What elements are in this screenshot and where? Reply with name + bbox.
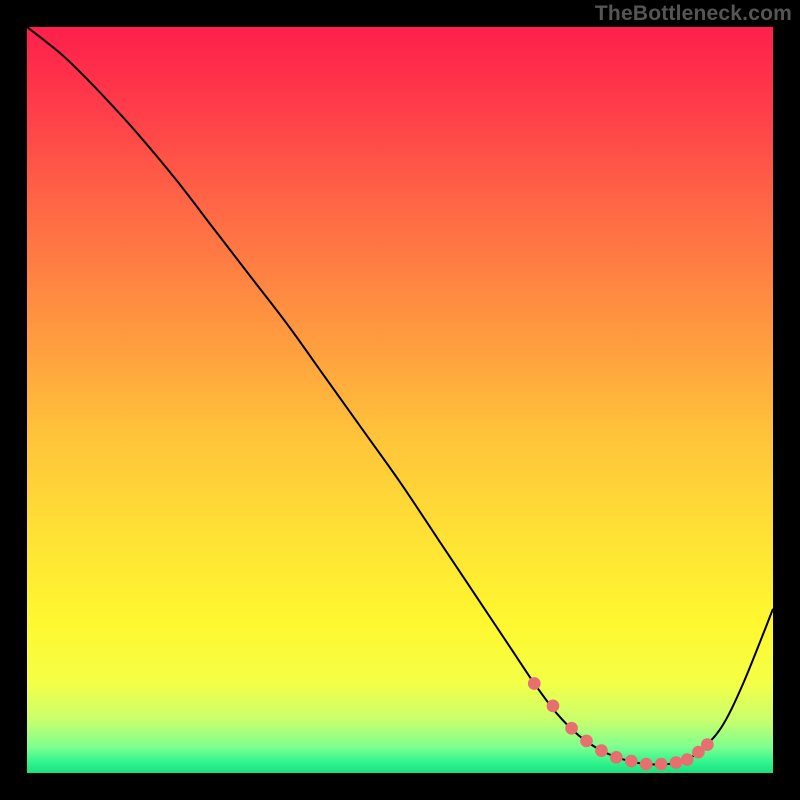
valley-dot xyxy=(595,744,608,757)
valley-dot xyxy=(528,677,541,690)
plot-area xyxy=(27,27,773,773)
valley-dot xyxy=(580,735,593,748)
valley-dot xyxy=(625,755,638,768)
dots-layer xyxy=(27,27,773,773)
watermark-label: TheBottleneck.com xyxy=(595,2,792,26)
valley-dot xyxy=(547,700,560,713)
valley-dot xyxy=(701,738,714,751)
valley-dot xyxy=(565,722,578,735)
valley-dot xyxy=(681,753,694,766)
valley-dot xyxy=(610,751,623,764)
valley-dots xyxy=(528,677,714,770)
chart-frame: TheBottleneck.com xyxy=(0,0,800,800)
valley-dot xyxy=(655,758,668,771)
valley-dot xyxy=(670,756,683,769)
valley-dot xyxy=(640,758,653,771)
